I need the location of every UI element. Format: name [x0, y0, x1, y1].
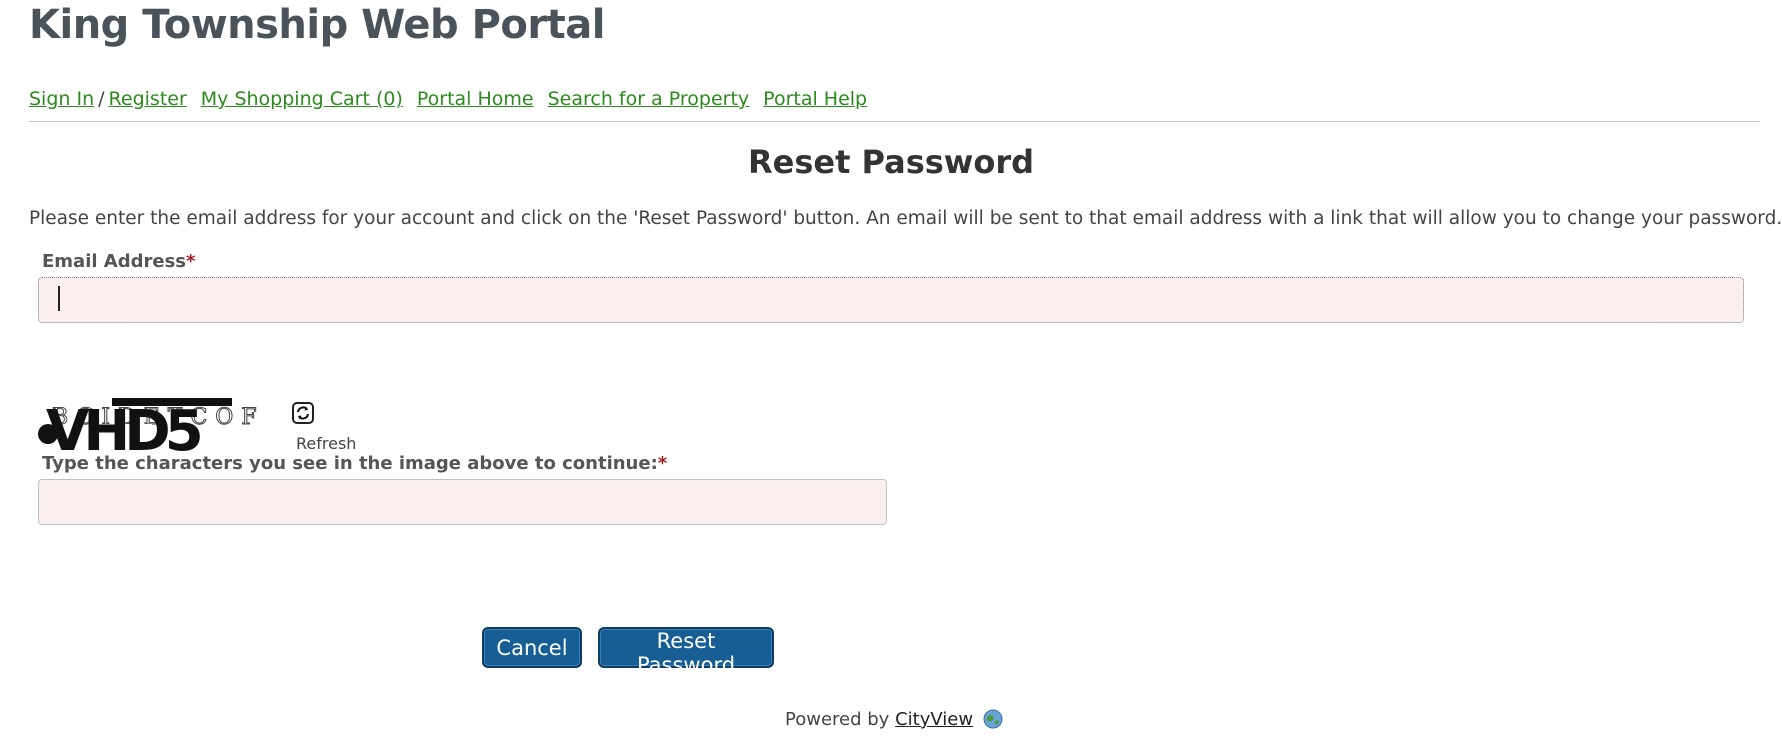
globe-icon [983, 709, 1003, 729]
search-property-link[interactable]: Search for a Property [548, 88, 750, 110]
sign-in-link[interactable]: Sign In [29, 88, 94, 110]
captcha-image: BCIDETCOF VHD5 [38, 398, 257, 454]
cancel-button[interactable]: Cancel [482, 627, 582, 668]
page-title: Reset Password [747, 143, 1035, 181]
top-navigation: Sign In / Register My Shopping Cart (0) Port… [29, 88, 867, 110]
instructions-text: Please enter the email address for your … [29, 208, 1782, 229]
shopping-cart-link[interactable]: My Shopping Cart (0) [201, 88, 403, 110]
powered-by-text: Powered by [785, 709, 890, 730]
refresh-icon [297, 406, 309, 420]
captcha-refresh-label[interactable]: Refresh [296, 434, 356, 453]
email-label-text: Email Address [42, 251, 187, 272]
footer-powered-by: Powered by CityView [785, 709, 1003, 730]
header-divider [29, 121, 1760, 122]
captcha-characters: VHD5 [46, 399, 201, 454]
required-marker: * [186, 251, 196, 272]
captcha-input[interactable] [38, 479, 887, 525]
email-label: Email Address* [42, 251, 195, 272]
register-link[interactable]: Register [109, 88, 187, 110]
page: King Township Web Portal Sign In / Registe… [0, 0, 1782, 738]
captcha-label: Type the characters you see in the image… [42, 453, 667, 474]
captcha-label-text: Type the characters you see in the image… [42, 453, 658, 474]
portal-help-link[interactable]: Portal Help [763, 88, 867, 110]
captcha-refresh-button[interactable] [292, 402, 314, 424]
portal-home-link[interactable]: Portal Home [417, 88, 534, 110]
nav-separator: / [98, 88, 105, 110]
email-field[interactable] [38, 277, 1744, 323]
site-title: King Township Web Portal [29, 2, 605, 48]
text-cursor [58, 286, 60, 311]
cityview-link[interactable]: CityView [895, 709, 973, 730]
required-marker: * [657, 453, 668, 474]
reset-password-button[interactable]: Reset Password [598, 627, 774, 677]
